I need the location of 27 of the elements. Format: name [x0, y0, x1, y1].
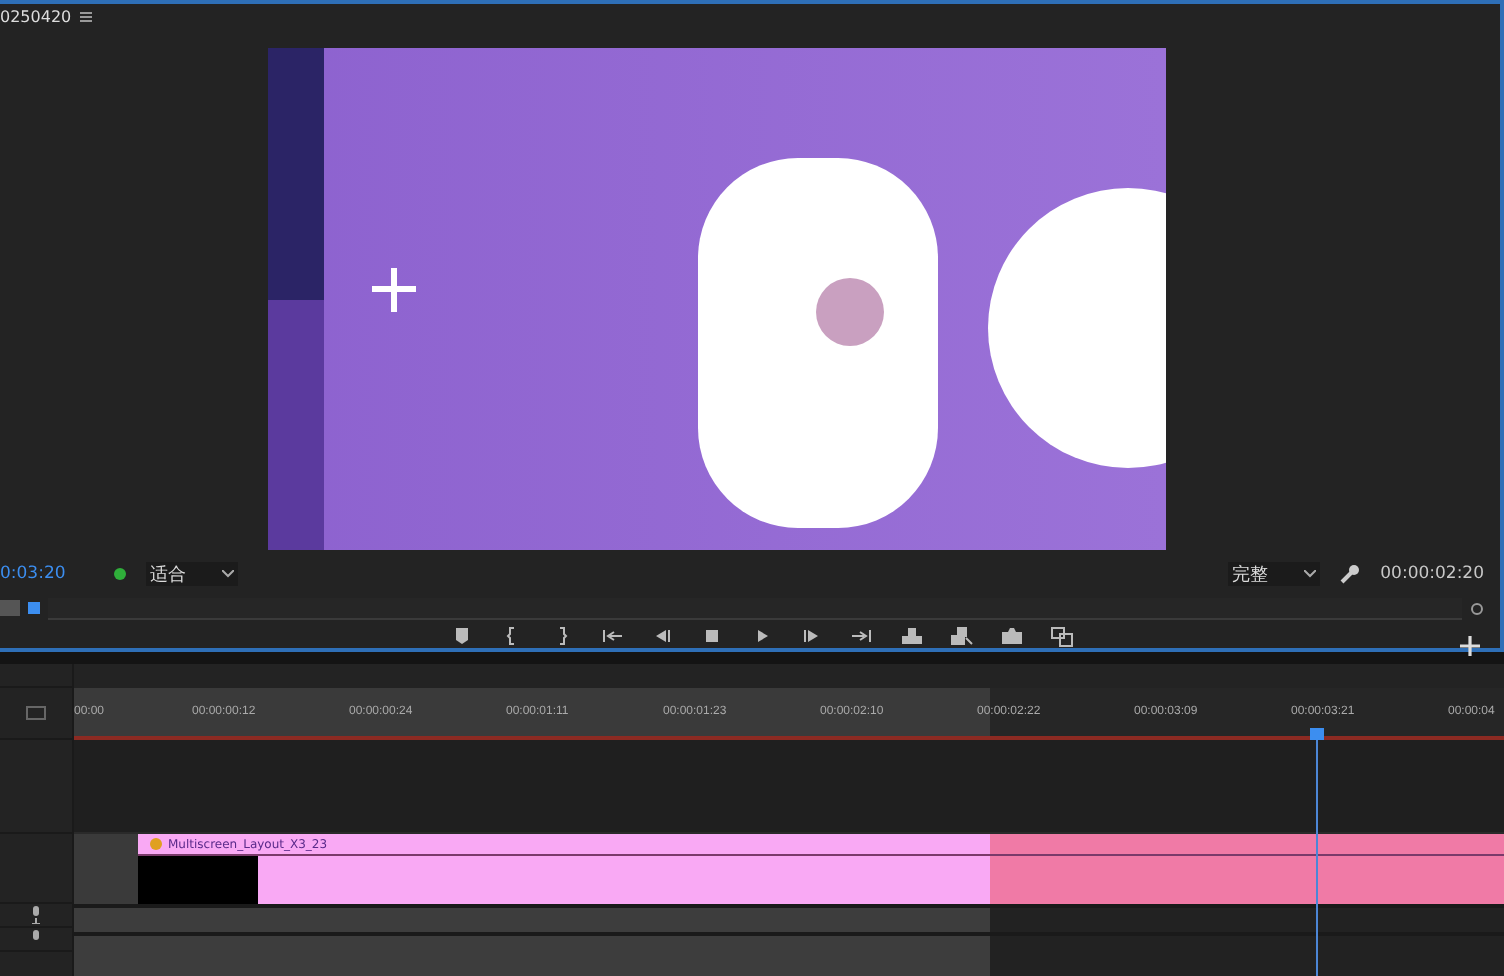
caret-icon	[1304, 570, 1317, 578]
microphone-icon[interactable]	[30, 906, 42, 924]
effect-icon	[150, 838, 162, 850]
menu-icon[interactable]	[79, 11, 92, 21]
caret-icon	[221, 570, 234, 578]
playhead-handle[interactable]	[1310, 728, 1324, 740]
settings-icon[interactable]	[1340, 564, 1361, 584]
playhead-marker-icon[interactable]	[28, 602, 40, 614]
zoom-dropdown[interactable]: 适合	[145, 562, 238, 586]
camera-icon[interactable]	[1000, 624, 1024, 648]
zoom-handle-icon[interactable]	[1470, 601, 1484, 615]
overwrite-icon[interactable]	[950, 624, 974, 648]
clip-thumbnail	[138, 856, 258, 904]
captions-icon[interactable]	[26, 706, 46, 720]
duration-timecode: 00:00:02:20	[1380, 564, 1484, 584]
add-button[interactable]	[1460, 636, 1480, 656]
go-to-in-icon[interactable]	[600, 624, 624, 648]
go-to-out-icon[interactable]	[850, 624, 874, 648]
marker-icon[interactable]	[450, 624, 474, 648]
stop-icon[interactable]	[700, 624, 724, 648]
playhead-timecode[interactable]: 0:03:20	[0, 564, 66, 584]
status-dot	[113, 568, 126, 580]
in-point-handle[interactable]	[0, 600, 20, 616]
insert-icon[interactable]	[900, 624, 924, 648]
panel-title: 0250420	[0, 7, 72, 25]
compare-icon[interactable]	[1050, 624, 1074, 648]
resolution-dropdown[interactable]: 完整	[1228, 562, 1321, 586]
